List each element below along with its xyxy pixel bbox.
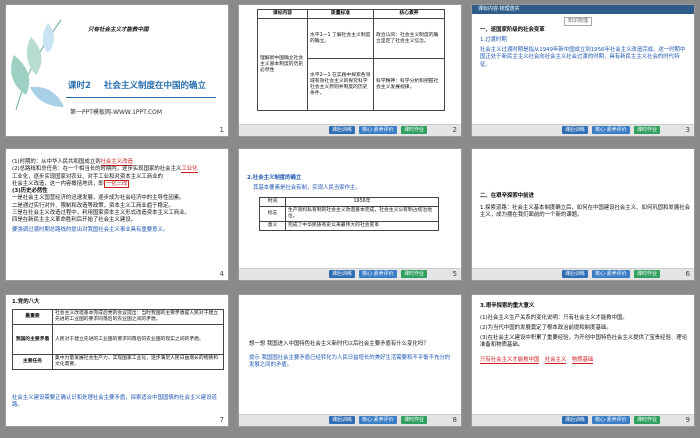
homework-button[interactable]: 课时作业 xyxy=(401,270,428,278)
text-line: 一是社会主义国营经济的迅速发展，逐步成为社会经济中的主导性因素。 xyxy=(12,195,185,202)
slide-number: 1 xyxy=(219,126,224,134)
section-heading: 二、在艰辛探索中前进 xyxy=(480,193,534,199)
prev-button[interactable]: 课后训练 xyxy=(562,126,589,134)
slide-number: 9 xyxy=(685,416,690,424)
core-eval-button[interactable]: 核心·素养评价 xyxy=(592,416,630,424)
slide-thumbnail-1[interactable]: 只有社会主义才能救中国 课时2 社会主义制度在中国的确立 第一PPT模板网-WW… xyxy=(5,4,229,137)
slide-number: 5 xyxy=(452,270,457,278)
note-text: 社会主义建设需要正确认识和处理社会主要矛盾，探索适合中国国情的社会主义建设道路。 xyxy=(12,395,217,409)
core-eval-button[interactable]: 核心·素养评价 xyxy=(359,416,397,424)
answer-blank: 社会主义改造 xyxy=(100,159,133,166)
question-text: 想一想 我国进入中国特色社会主义新时代以后社会主要矛盾有什么变化吗？ xyxy=(249,341,429,347)
section-heading: 1.党的八大 xyxy=(12,299,40,305)
prev-button[interactable]: 课后训练 xyxy=(329,126,356,134)
table-cell: 生产资料私有制的社会主义改造基本完成，社会主义公有制占统治地位。 xyxy=(285,206,439,222)
table-cell: 最重要 xyxy=(12,309,53,325)
list-item: (1)社会主义生产关系的变化说明：只有社会主义才能救中国。 xyxy=(480,315,628,321)
core-eval-button[interactable]: 核心·素养评价 xyxy=(359,126,397,134)
slide-number: 6 xyxy=(685,270,690,278)
table-header: 质量标准 xyxy=(307,9,374,19)
table-cell: 政治认同：社会主义制度的确立坚定了社会主义信念。 xyxy=(373,18,445,59)
text-block: (1)时期的：从中华人民共和国成立到社会主义改造 (2)总路线和总任务：在一个相… xyxy=(12,159,224,234)
table-cell: 水平2—1 在实践中探索各领域有效社会主义的探究科学社会主义原则并制度的历史条件… xyxy=(307,58,374,111)
list-item: (3)在社会主义建设中积累了重要经验，为开创中国特色社会主义提供了宝贵经验、理论… xyxy=(480,335,688,349)
kicker-text: 只有社会主义才能救中国 xyxy=(88,27,149,33)
text-line: 四是在新民主主义革命胜利后开始了社会主义建设。 xyxy=(12,217,136,224)
footer-bar: 课后训练 核心·素养评价 课时作业 xyxy=(472,268,694,280)
table-cell: 社会主义改造基本完成后党的会议提出：当时我国的主要矛盾是人民对于建立先进的工业国… xyxy=(52,309,224,325)
footer-bar: 课后训练 核心·素养评价 课时作业 xyxy=(239,414,461,426)
table-cell: 我国的主要矛盾 xyxy=(12,324,53,355)
footer-bar: 课后训练 核心·素养评价 课时作业 xyxy=(472,124,694,136)
answer-text: 提示 我国国社会主要矛盾已经转化为人民日益增长的美好生活需要和不平衡不充分的发展… xyxy=(249,355,451,369)
slide-thumbnail-7[interactable]: 1.党的八大 最重要 社会主义改造基本完成后党的会议提出：当时我国的主要矛盾是人… xyxy=(5,294,229,427)
homework-button[interactable]: 课时作业 xyxy=(634,270,661,278)
homework-button[interactable]: 课时作业 xyxy=(401,416,428,424)
table-cell: 科学精神：科学分析和把握社会主义发展规律。 xyxy=(373,58,445,111)
feather-decoration xyxy=(11,19,64,111)
answer-blank: 只有社会主义才能救中国 社会主义 物质基础 xyxy=(480,357,594,364)
prev-button[interactable]: 课后训练 xyxy=(329,270,356,278)
table-cell: 集中力量发展社会生产力，实现国家工业化，逐步满足人民日益增长的物质和文化需要。 xyxy=(52,354,224,370)
slide-thumbnail-6[interactable]: 二、在艰辛探索中前进 1.探索道路：社会主义基本制度确立后，如何在中国建设社会主… xyxy=(471,148,695,281)
slide-number: 8 xyxy=(452,416,457,424)
footer-bar: 课后训练 核心·素养评价 课时作业 xyxy=(472,414,694,426)
table-header: 核心素养 xyxy=(373,9,445,19)
section-heading: 2.社会主义制度的确立 xyxy=(247,175,302,181)
text-line: 二是通过实行对外、限制和改造等政策，资本主义工商业趋于稳定。 xyxy=(12,202,174,209)
note-text: 要强调过渡时期总路线的提出对我国社会主义事业具有重要意义。 xyxy=(12,226,169,233)
prev-button[interactable]: 课后训练 xyxy=(562,270,589,278)
core-eval-button[interactable]: 核心·素养评价 xyxy=(592,126,630,134)
table-cell: 主要任务 xyxy=(12,354,53,370)
curriculum-table: 课标内容 质量标准 核心素养 理解新中国确立社会主义基本制度的历史必然性 水平1… xyxy=(257,9,445,111)
table-cell: 水平1—1 了解社会主义制度的确立。 xyxy=(307,18,374,59)
text-line: (2)总路线和总任务：在一个相当长的时期内，逐步实现国家的社会主义工业化 xyxy=(12,166,198,174)
table-cell: 1956年 xyxy=(285,197,439,207)
party-congress-table: 最重要 社会主义改造基本完成后党的会议提出：当时我国的主要矛盾是人民对于建立先进… xyxy=(12,309,224,370)
slide-thumbnail-3[interactable]: 课标内容·梳理落实 知识梳理 一、逐国家阶级的社会变革 1.过渡时期 社会主义过… xyxy=(471,4,695,137)
slide-subtitle: 第一PPT模板网-WWW.1PPT.COM xyxy=(70,109,163,116)
prev-button[interactable]: 课后训练 xyxy=(562,416,589,424)
slide-number: 2 xyxy=(452,126,457,134)
slide-thumbnail-5[interactable]: 2.社会主义制度的确立 其基本要素是社会有制，实现人民当家作主。 时间 1956… xyxy=(238,148,462,281)
slide-number: 4 xyxy=(219,270,224,278)
table-cell: 意义 xyxy=(259,221,286,231)
lesson-label: 课时2 xyxy=(68,81,91,91)
section-heading: 3.艰辛探索的重大意义 xyxy=(480,303,535,309)
body-text: 1.探索道路：社会主义基本制度确立后，如何在中国建设社会主义、如何巩固和发展社会… xyxy=(480,205,690,219)
footer-bar: 课后训练 核心·素养评价 课时作业 xyxy=(239,124,461,136)
table-header: 课标内容 xyxy=(257,9,308,19)
table-cell: 完成了中华民族有史以来最伟大的社会变革 xyxy=(285,221,439,231)
footer-bar: 课后训练 核心·素养评价 课时作业 xyxy=(239,268,461,280)
homework-button[interactable]: 课时作业 xyxy=(634,416,661,424)
intro-text: 其基本要素是社会有制，实现人民当家作主。 xyxy=(253,185,361,191)
slide-number: 3 xyxy=(685,126,690,134)
section-heading: 一、逐国家阶级的社会变革 xyxy=(480,27,545,33)
table-cell: 人民对于建立先进的工业国的要求同落后的农业国的现实之间的矛盾。 xyxy=(52,324,224,355)
establishment-table: 时间 1956年 标志 生产资料私有制的社会主义改造基本完成，社会主义公有制占统… xyxy=(259,197,439,231)
core-eval-button[interactable]: 核心·素养评价 xyxy=(359,270,397,278)
slide-thumbnail-2[interactable]: 课标内容 质量标准 核心素养 理解新中国确立社会主义基本制度的历史必然性 水平1… xyxy=(238,4,462,137)
homework-button[interactable]: 课时作业 xyxy=(401,126,428,134)
body-text: 社会主义过渡时期是指从1949年新中国成立到1956年社会主义改造完成。这一时期… xyxy=(480,47,686,68)
answer-blank: 一化三改 xyxy=(103,179,130,188)
core-eval-button[interactable]: 核心·素养评价 xyxy=(592,270,630,278)
slide-title: 社会主义制度在中国的确立 xyxy=(104,81,207,91)
table-cell: 时间 xyxy=(259,197,286,207)
subsection-heading: 1.过渡时期 xyxy=(480,37,507,43)
section-tag: 知识梳理 xyxy=(564,17,593,27)
slide-number: 7 xyxy=(219,416,224,424)
slide-thumbnail-9[interactable]: 3.艰辛探索的重大意义 (1)社会主义生产关系的变化说明：只有社会主义才能救中国… xyxy=(471,294,695,427)
list-item: (2)为当代中国的发展奠定了根本政治前提和制度基础。 xyxy=(480,325,612,331)
slide-header: 课标内容·梳理落实 xyxy=(472,5,694,14)
slide-thumbnail-4[interactable]: (1)时期的：从中华人民共和国成立到社会主义改造 (2)总路线和总任务：在一个相… xyxy=(5,148,229,281)
prev-button[interactable]: 课后训练 xyxy=(329,416,356,424)
table-cell: 标志 xyxy=(259,206,286,222)
table-cell: 理解新中国确立社会主义基本制度的历史必然性 xyxy=(257,18,308,111)
slide-thumbnail-8[interactable]: 想一想 我国进入中国特色社会主义新时代以后社会主要矛盾有什么变化吗？ 提示 我国… xyxy=(238,294,462,427)
answer-blank: 工业化 xyxy=(181,166,198,174)
title-underline xyxy=(66,97,216,98)
homework-button[interactable]: 课时作业 xyxy=(634,126,661,134)
